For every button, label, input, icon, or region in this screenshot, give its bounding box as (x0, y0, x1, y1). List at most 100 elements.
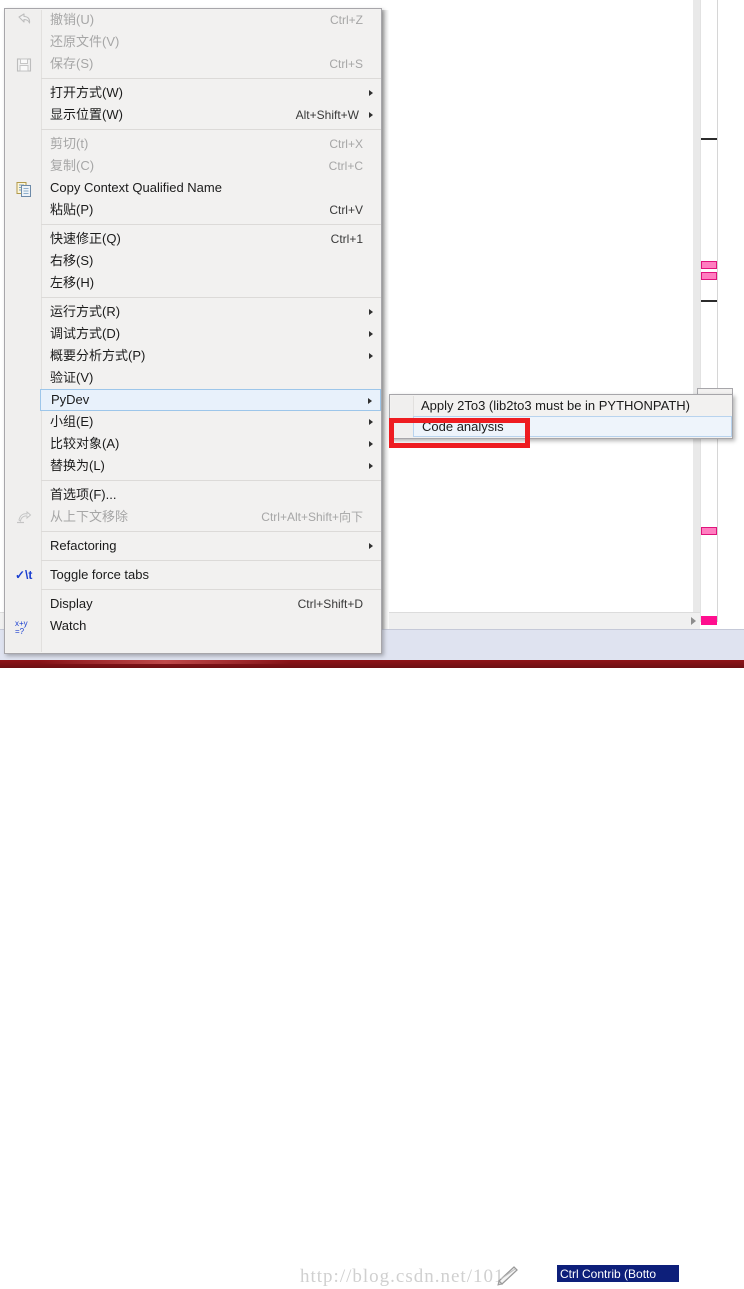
menu-separator (41, 589, 381, 590)
menu-item-label: Refactoring (50, 538, 117, 553)
menu-item-refactoring[interactable]: Refactoring (41, 535, 381, 557)
submenu-arrow-icon (369, 463, 373, 469)
copy-icon (15, 180, 33, 198)
menu-item-s[interactable]: 右移(S) (41, 250, 381, 272)
menu-separator (41, 78, 381, 79)
watch-icon: x+y =? (15, 618, 33, 636)
overview-ruler-mark[interactable] (701, 527, 717, 535)
menu-item-label: Toggle force tabs (50, 567, 150, 582)
menu-item-shortcut: Ctrl+1 (330, 232, 363, 246)
menu-item-q[interactable]: 快速修正(Q) Ctrl+1 (41, 228, 381, 250)
menu-item-u: 撤销(U) Ctrl+Z (41, 9, 381, 31)
menu-item-f[interactable]: 首选项(F)... (41, 484, 381, 506)
menu-item-label: 验证(V) (50, 370, 94, 385)
menu-item-shortcut: Ctrl+V (329, 203, 363, 217)
menu-item-label: 打开方式(W) (50, 85, 123, 100)
menu-item-h[interactable]: 左移(H) (41, 272, 381, 294)
svg-text:=?: =? (15, 627, 25, 636)
overview-ruler-track[interactable] (693, 0, 700, 622)
menu-item-shortcut: Ctrl+Z (330, 13, 363, 27)
menu-item-shortcut: Ctrl+S (329, 57, 363, 71)
menu-item-toggle-force-tabs[interactable]: Toggle force tabs (41, 564, 381, 586)
menu-item-s: 保存(S) Ctrl+S (41, 53, 381, 75)
submenu-arrow-icon (369, 353, 373, 359)
menu-item-label: 剪切(t) (50, 136, 89, 151)
menu-item-label: PyDev (51, 392, 90, 407)
menu-item-label: 小组(E) (50, 414, 94, 429)
remove-context-icon (15, 509, 33, 527)
svg-text:✓\t: ✓\t (15, 568, 32, 582)
menu-item-t: 剪切(t) Ctrl+X (41, 133, 381, 155)
menu-item-v[interactable]: 验证(V) (41, 367, 381, 389)
submenu-icon-gutter (391, 396, 414, 437)
editor-right-filler (733, 386, 744, 636)
scroll-right-arrow-icon[interactable] (691, 617, 696, 625)
menu-item-: 从上下文移除 Ctrl+Alt+Shift+向下 (41, 506, 381, 528)
menu-item-p[interactable]: 粘贴(P) Ctrl+V (41, 199, 381, 221)
menu-item-label: 运行方式(R) (50, 304, 121, 319)
menu-item-label: 还原文件(V) (50, 34, 120, 49)
menu-item-v: 还原文件(V) (41, 31, 381, 53)
menu-item-label: 首选项(F)... (50, 487, 117, 502)
submenu-arrow-icon (369, 90, 373, 96)
menu-item-w[interactable]: 显示位置(W) Alt+Shift+W (41, 104, 381, 126)
menu-item-l[interactable]: 替换为(L) (41, 455, 381, 477)
menu-item-label: 替换为(L) (50, 458, 105, 473)
menu-item-shortcut: Alt+Shift+W (295, 108, 359, 122)
submenu-item-label: Apply 2To3 (lib2to3 must be in PYTHONPAT… (421, 398, 691, 413)
submenu-item-label: Code analysis (422, 419, 504, 434)
menu-item-label: 概要分析方式(P) (50, 348, 146, 363)
menu-item-c: 复制(C) Ctrl+C (41, 155, 381, 177)
menu-item-copy-context-qualified-name[interactable]: Copy Context Qualified Name (41, 177, 381, 199)
overview-ruler-mark[interactable] (701, 138, 717, 140)
submenu-arrow-icon (369, 543, 373, 549)
pydev-submenu[interactable]: Apply 2To3 (lib2to3 must be in PYTHONPAT… (389, 394, 733, 439)
menu-item-label: 调试方式(D) (50, 326, 121, 341)
submenu-item-apply-2to3-lib2to3-must-be-in-pythonpath[interactable]: Apply 2To3 (lib2to3 must be in PYTHONPAT… (413, 395, 732, 416)
menu-item-label: 右移(S) (50, 253, 94, 268)
status-tooltip: Ctrl Contrib (Botto (556, 1264, 680, 1283)
context-menu[interactable]: ✓\t x+y =? 撤销(U) Ctrl+Z 还原文件(V) 保存(S) Ctrl+S 打开… (4, 8, 382, 654)
tab-icon: ✓\t (15, 567, 33, 585)
menu-item-label: 快速修正(Q) (50, 231, 121, 246)
menu-separator (41, 531, 381, 532)
menu-separator (41, 560, 381, 561)
menu-separator (41, 129, 381, 130)
submenu-items: Apply 2To3 (lib2to3 must be in PYTHONPAT… (390, 395, 732, 437)
menu-item-display[interactable]: Display Ctrl+Shift+D (41, 593, 381, 615)
undo-icon (15, 12, 33, 30)
menu-item-label: 比较对象(A) (50, 436, 120, 451)
overview-ruler-mark[interactable] (701, 261, 717, 269)
menu-separator (41, 297, 381, 298)
menu-item-shortcut: Ctrl+X (329, 137, 363, 151)
menu-item-p[interactable]: 概要分析方式(P) (41, 345, 381, 367)
menu-item-label: 粘贴(P) (50, 202, 94, 217)
menu-item-d[interactable]: 调试方式(D) (41, 323, 381, 345)
menu-item-shortcut: Ctrl+C (328, 159, 363, 173)
overview-ruler-mark[interactable] (701, 300, 717, 302)
menu-item-label: 复制(C) (50, 158, 95, 173)
menu-item-watch[interactable]: Watch (41, 615, 381, 637)
menu-item-w[interactable]: 打开方式(W) (41, 82, 381, 104)
context-menu-icon-gutter: ✓\t x+y =? (6, 10, 42, 652)
menu-item-label: 保存(S) (50, 56, 94, 71)
menu-item-shortcut: Ctrl+Alt+Shift+向下 (261, 510, 363, 524)
submenu-arrow-icon (369, 419, 373, 425)
menu-item-e[interactable]: 小组(E) (41, 411, 381, 433)
menu-item-pydev[interactable]: PyDev (40, 389, 381, 411)
menu-item-label: 撤销(U) (50, 12, 95, 27)
submenu-arrow-icon (369, 441, 373, 447)
menu-item-a[interactable]: 比较对象(A) (41, 433, 381, 455)
overview-ruler-mark[interactable] (701, 616, 717, 625)
overview-ruler-mark[interactable] (701, 272, 717, 280)
overview-ruler[interactable] (700, 0, 718, 625)
context-menu-items: 撤销(U) Ctrl+Z 还原文件(V) 保存(S) Ctrl+S 打开方式(W) 显示位置… (40, 9, 381, 637)
submenu-arrow-icon (369, 112, 373, 118)
submenu-arrow-icon (368, 398, 372, 404)
menu-item-r[interactable]: 运行方式(R) (41, 301, 381, 323)
submenu-item-code-analysis[interactable]: Code analysis (413, 416, 732, 437)
menu-item-label: 左移(H) (50, 275, 95, 290)
save-icon (15, 56, 33, 74)
editor-left-shadow (381, 10, 389, 630)
submenu-arrow-icon (369, 331, 373, 337)
